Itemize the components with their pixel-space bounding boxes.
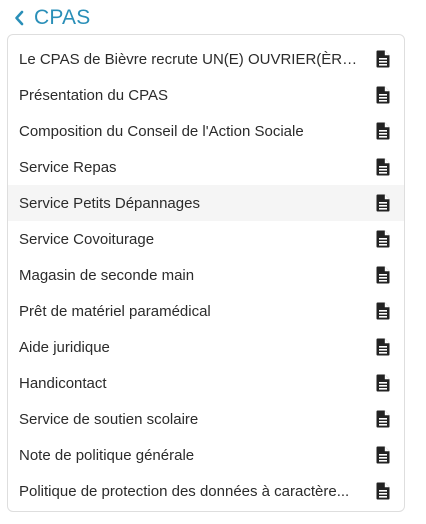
list-item[interactable]: Note de politique générale bbox=[8, 437, 404, 473]
list-item-label: Présentation du CPAS bbox=[19, 86, 168, 104]
list-item[interactable]: Service Petits Dépannages bbox=[8, 185, 404, 221]
document-icon bbox=[376, 482, 390, 500]
chevron-left-icon bbox=[14, 7, 28, 29]
list-item-label: Note de politique générale bbox=[19, 446, 195, 464]
document-icon bbox=[376, 338, 390, 356]
document-icon bbox=[376, 122, 390, 140]
list-item-label: Aide juridique bbox=[19, 338, 110, 356]
document-icon bbox=[376, 86, 390, 104]
list-item-label: Handicontact bbox=[19, 374, 107, 392]
document-icon bbox=[376, 446, 390, 464]
document-icon bbox=[376, 374, 390, 392]
back-link[interactable]: CPAS bbox=[14, 5, 90, 31]
list-item[interactable]: Magasin de seconde main bbox=[8, 257, 404, 293]
list-item-label: Service Covoiturage bbox=[19, 230, 155, 248]
list-item[interactable]: Service de soutien scolaire bbox=[8, 401, 404, 437]
list-item[interactable]: Aide juridique bbox=[8, 329, 404, 365]
list-item-label: Service Petits Dépannages bbox=[19, 194, 200, 212]
list-item-label: Politique de protection des données à ca… bbox=[19, 482, 350, 500]
list-item[interactable]: Politique de protection des données à ca… bbox=[8, 473, 404, 509]
document-icon bbox=[376, 194, 390, 212]
list-item-label: Magasin de seconde main bbox=[19, 266, 195, 284]
document-icon bbox=[376, 50, 390, 68]
list-item[interactable]: Présentation du CPAS bbox=[8, 77, 404, 113]
document-icon bbox=[376, 410, 390, 428]
list-item[interactable]: Le CPAS de Bièvre recrute UN(E) OUVRIER(… bbox=[8, 41, 404, 77]
list-item-label: Le CPAS de Bièvre recrute UN(E) OUVRIER(… bbox=[19, 50, 370, 68]
back-link-label: CPAS bbox=[34, 6, 91, 29]
list-item[interactable]: Service Repas bbox=[8, 149, 404, 185]
list-item[interactable]: Service Covoiturage bbox=[8, 221, 404, 257]
document-icon bbox=[376, 158, 390, 176]
document-icon bbox=[376, 230, 390, 248]
document-icon bbox=[376, 302, 390, 320]
list-item[interactable]: Handicontact bbox=[8, 365, 404, 401]
list-item-label: Service de soutien scolaire bbox=[19, 410, 199, 428]
list-item-label: Prêt de matériel paramédical bbox=[19, 302, 211, 320]
document-list: Le CPAS de Bièvre recrute UN(E) OUVRIER(… bbox=[7, 34, 405, 512]
list-item-label: Composition du Conseil de l'Action Socia… bbox=[19, 122, 304, 140]
list-item[interactable]: Prêt de matériel paramédical bbox=[8, 293, 404, 329]
list-item-label: Service Repas bbox=[19, 158, 117, 176]
document-icon bbox=[376, 266, 390, 284]
list-item[interactable]: Composition du Conseil de l'Action Socia… bbox=[8, 113, 404, 149]
